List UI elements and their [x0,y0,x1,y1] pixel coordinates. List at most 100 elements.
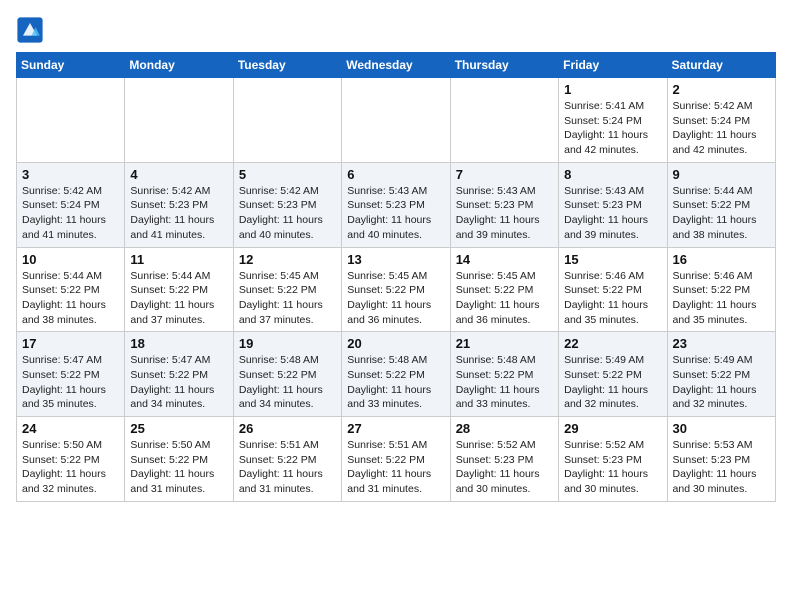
weekday-header: Wednesday [342,53,450,78]
day-info: Sunrise: 5:51 AM Sunset: 5:22 PM Dayligh… [239,438,336,497]
day-info: Sunrise: 5:50 AM Sunset: 5:22 PM Dayligh… [22,438,119,497]
calendar-cell: 2Sunrise: 5:42 AM Sunset: 5:24 PM Daylig… [667,78,775,163]
calendar-week: 1 Sunrise: 5:41 AM Sunset: 5:24 PM Daylig… [17,78,776,163]
day-info: Sunrise: 5:52 AM Sunset: 5:23 PM Dayligh… [564,438,661,497]
day-number: 29 [564,421,661,436]
calendar-cell: 12 Sunrise: 5:45 AM Sunset: 5:22 PM Dayli… [233,247,341,332]
day-number: 25 [130,421,227,436]
day-info: Sunrise: 5:45 AM Sunset: 5:22 PM Dayligh… [239,269,336,328]
day-number: 2 [673,82,770,97]
weekday-header: Tuesday [233,53,341,78]
calendar-cell: 5Sunrise: 5:42 AM Sunset: 5:23 PM Daylig… [233,162,341,247]
calendar-body: 1 Sunrise: 5:41 AM Sunset: 5:24 PM Daylig… [17,78,776,502]
calendar-cell: 18 Sunrise: 5:47 AM Sunset: 5:22 PM Dayli… [125,332,233,417]
calendar-cell: 21 Sunrise: 5:48 AM Sunset: 5:22 PM Dayli… [450,332,558,417]
calendar-cell: 6 Sunrise: 5:43 AM Sunset: 5:23 PM Daylig… [342,162,450,247]
day-number: 16 [673,252,770,267]
calendar-cell: 3 Sunrise: 5:42 AM Sunset: 5:24 PM Daylig… [17,162,125,247]
calendar-cell: 19Sunrise: 5:48 AM Sunset: 5:22 PM Dayli… [233,332,341,417]
day-info: Sunrise: 5:43 AM Sunset: 5:23 PM Dayligh… [564,184,661,243]
day-info: Sunrise: 5:44 AM Sunset: 5:22 PM Dayligh… [673,184,770,243]
day-info: Sunrise: 5:47 AM Sunset: 5:22 PM Dayligh… [130,353,227,412]
day-info: Sunrise: 5:53 AM Sunset: 5:23 PM Dayligh… [673,438,770,497]
day-info: Sunrise: 5:43 AM Sunset: 5:23 PM Dayligh… [347,184,444,243]
calendar-cell: 17 Sunrise: 5:47 AM Sunset: 5:22 PM Dayli… [17,332,125,417]
day-number: 27 [347,421,444,436]
calendar-cell: 14 Sunrise: 5:45 AM Sunset: 5:22 PM Dayli… [450,247,558,332]
weekday-header: Thursday [450,53,558,78]
day-info: Sunrise: 5:46 AM Sunset: 5:22 PM Dayligh… [673,269,770,328]
calendar-cell: 13Sunrise: 5:45 AM Sunset: 5:22 PM Dayli… [342,247,450,332]
day-number: 24 [22,421,119,436]
day-info: Sunrise: 5:44 AM Sunset: 5:22 PM Dayligh… [22,269,119,328]
calendar-cell [450,78,558,163]
calendar-cell: 24 Sunrise: 5:50 AM Sunset: 5:22 PM Dayli… [17,417,125,502]
day-info: Sunrise: 5:44 AM Sunset: 5:22 PM Dayligh… [130,269,227,328]
calendar-cell: 10Sunrise: 5:44 AM Sunset: 5:22 PM Dayli… [17,247,125,332]
calendar-cell: 30 Sunrise: 5:53 AM Sunset: 5:23 PM Dayli… [667,417,775,502]
day-number: 21 [456,336,553,351]
weekday-header: Saturday [667,53,775,78]
logo [16,16,48,44]
day-number: 6 [347,167,444,182]
day-number: 8 [564,167,661,182]
day-number: 11 [130,252,227,267]
day-number: 12 [239,252,336,267]
day-info: Sunrise: 5:45 AM Sunset: 5:22 PM Dayligh… [456,269,553,328]
day-number: 4 [130,167,227,182]
day-info: Sunrise: 5:47 AM Sunset: 5:22 PM Dayligh… [22,353,119,412]
day-info: Sunrise: 5:48 AM Sunset: 5:22 PM Dayligh… [239,353,336,412]
calendar-cell: 20Sunrise: 5:48 AM Sunset: 5:22 PM Dayli… [342,332,450,417]
calendar-cell: 8 Sunrise: 5:43 AM Sunset: 5:23 PM Daylig… [559,162,667,247]
day-number: 13 [347,252,444,267]
day-info: Sunrise: 5:49 AM Sunset: 5:22 PM Dayligh… [673,353,770,412]
calendar-cell: 1 Sunrise: 5:41 AM Sunset: 5:24 PM Daylig… [559,78,667,163]
calendar-cell: 27 Sunrise: 5:51 AM Sunset: 5:22 PM Dayli… [342,417,450,502]
day-info: Sunrise: 5:46 AM Sunset: 5:22 PM Dayligh… [564,269,661,328]
calendar-cell: 22 Sunrise: 5:49 AM Sunset: 5:22 PM Dayli… [559,332,667,417]
calendar-cell: 28 Sunrise: 5:52 AM Sunset: 5:23 PM Dayli… [450,417,558,502]
calendar-cell: 26 Sunrise: 5:51 AM Sunset: 5:22 PM Dayli… [233,417,341,502]
calendar-cell [342,78,450,163]
day-number: 22 [564,336,661,351]
day-number: 7 [456,167,553,182]
calendar-cell [125,78,233,163]
day-number: 23 [673,336,770,351]
calendar-cell: 4 Sunrise: 5:42 AM Sunset: 5:23 PM Daylig… [125,162,233,247]
weekday-header: Friday [559,53,667,78]
day-info: Sunrise: 5:42 AM Sunset: 5:23 PM Dayligh… [239,184,336,243]
day-info: Sunrise: 5:51 AM Sunset: 5:22 PM Dayligh… [347,438,444,497]
day-info: Sunrise: 5:49 AM Sunset: 5:22 PM Dayligh… [564,353,661,412]
logo-icon [16,16,44,44]
calendar-cell: 23 Sunrise: 5:49 AM Sunset: 5:22 PM Dayli… [667,332,775,417]
day-number: 28 [456,421,553,436]
page-header [16,16,776,44]
day-number: 1 [564,82,661,97]
calendar-cell: 9 Sunrise: 5:44 AM Sunset: 5:22 PM Daylig… [667,162,775,247]
day-number: 20 [347,336,444,351]
weekday-header: Monday [125,53,233,78]
day-number: 17 [22,336,119,351]
day-number: 9 [673,167,770,182]
calendar-cell: 15Sunrise: 5:46 AM Sunset: 5:22 PM Dayli… [559,247,667,332]
calendar: SundayMondayTuesdayWednesdayThursdayFrid… [16,52,776,502]
day-number: 26 [239,421,336,436]
day-info: Sunrise: 5:41 AM Sunset: 5:24 PM Dayligh… [564,99,661,158]
day-info: Sunrise: 5:48 AM Sunset: 5:22 PM Dayligh… [456,353,553,412]
calendar-week: 3 Sunrise: 5:42 AM Sunset: 5:24 PM Daylig… [17,162,776,247]
calendar-week: 17 Sunrise: 5:47 AM Sunset: 5:22 PM Dayli… [17,332,776,417]
day-info: Sunrise: 5:42 AM Sunset: 5:24 PM Dayligh… [22,184,119,243]
day-info: Sunrise: 5:52 AM Sunset: 5:23 PM Dayligh… [456,438,553,497]
day-number: 18 [130,336,227,351]
calendar-cell: 11 Sunrise: 5:44 AM Sunset: 5:22 PM Dayli… [125,247,233,332]
calendar-header: SundayMondayTuesdayWednesdayThursdayFrid… [17,53,776,78]
day-number: 3 [22,167,119,182]
day-number: 30 [673,421,770,436]
day-number: 14 [456,252,553,267]
calendar-cell: 25 Sunrise: 5:50 AM Sunset: 5:22 PM Dayli… [125,417,233,502]
day-info: Sunrise: 5:50 AM Sunset: 5:22 PM Dayligh… [130,438,227,497]
calendar-cell: 29 Sunrise: 5:52 AM Sunset: 5:23 PM Dayli… [559,417,667,502]
day-info: Sunrise: 5:42 AM Sunset: 5:23 PM Dayligh… [130,184,227,243]
calendar-cell: 7 Sunrise: 5:43 AM Sunset: 5:23 PM Daylig… [450,162,558,247]
day-info: Sunrise: 5:43 AM Sunset: 5:23 PM Dayligh… [456,184,553,243]
